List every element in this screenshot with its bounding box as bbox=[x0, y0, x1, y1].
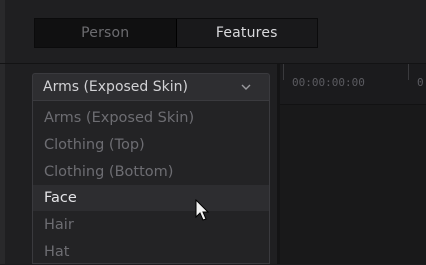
timeline-ruler[interactable]: 00:00:00:00 0 bbox=[280, 64, 426, 105]
mouse-pointer-icon bbox=[195, 199, 210, 221]
dropdown-option[interactable]: Hair bbox=[33, 212, 269, 238]
dropdown-option-hovered[interactable]: Face bbox=[33, 185, 269, 211]
dropdown-menu: Arms (Exposed Skin) Clothing (Top) Cloth… bbox=[32, 101, 270, 264]
chevron-down-icon bbox=[241, 84, 251, 90]
dropdown-option[interactable]: Clothing (Top) bbox=[33, 132, 269, 158]
panel-left-edge bbox=[0, 0, 5, 264]
dropdown-option[interactable]: Arms (Exposed Skin) bbox=[33, 105, 269, 131]
mode-tabs: Person Features bbox=[34, 18, 318, 48]
ruler-tick bbox=[283, 64, 284, 80]
tab-person[interactable]: Person bbox=[35, 19, 176, 47]
dropdown-option[interactable]: Clothing (Bottom) bbox=[33, 159, 269, 185]
feature-dropdown[interactable]: Arms (Exposed Skin) bbox=[32, 73, 270, 101]
timeline-area[interactable]: 00:00:00:00 0 bbox=[280, 64, 426, 264]
feature-panel: Person Features 00:00:00:00 0 Arms (Expo… bbox=[0, 0, 426, 264]
dropdown-selected-value: Arms (Exposed Skin) bbox=[43, 79, 188, 95]
dropdown-option[interactable]: Hat bbox=[33, 239, 269, 265]
timecode-label-2: 0 bbox=[417, 76, 424, 89]
ruler-tick bbox=[408, 64, 409, 80]
tab-features[interactable]: Features bbox=[176, 19, 317, 47]
timecode-label: 00:00:00:00 bbox=[292, 76, 365, 89]
